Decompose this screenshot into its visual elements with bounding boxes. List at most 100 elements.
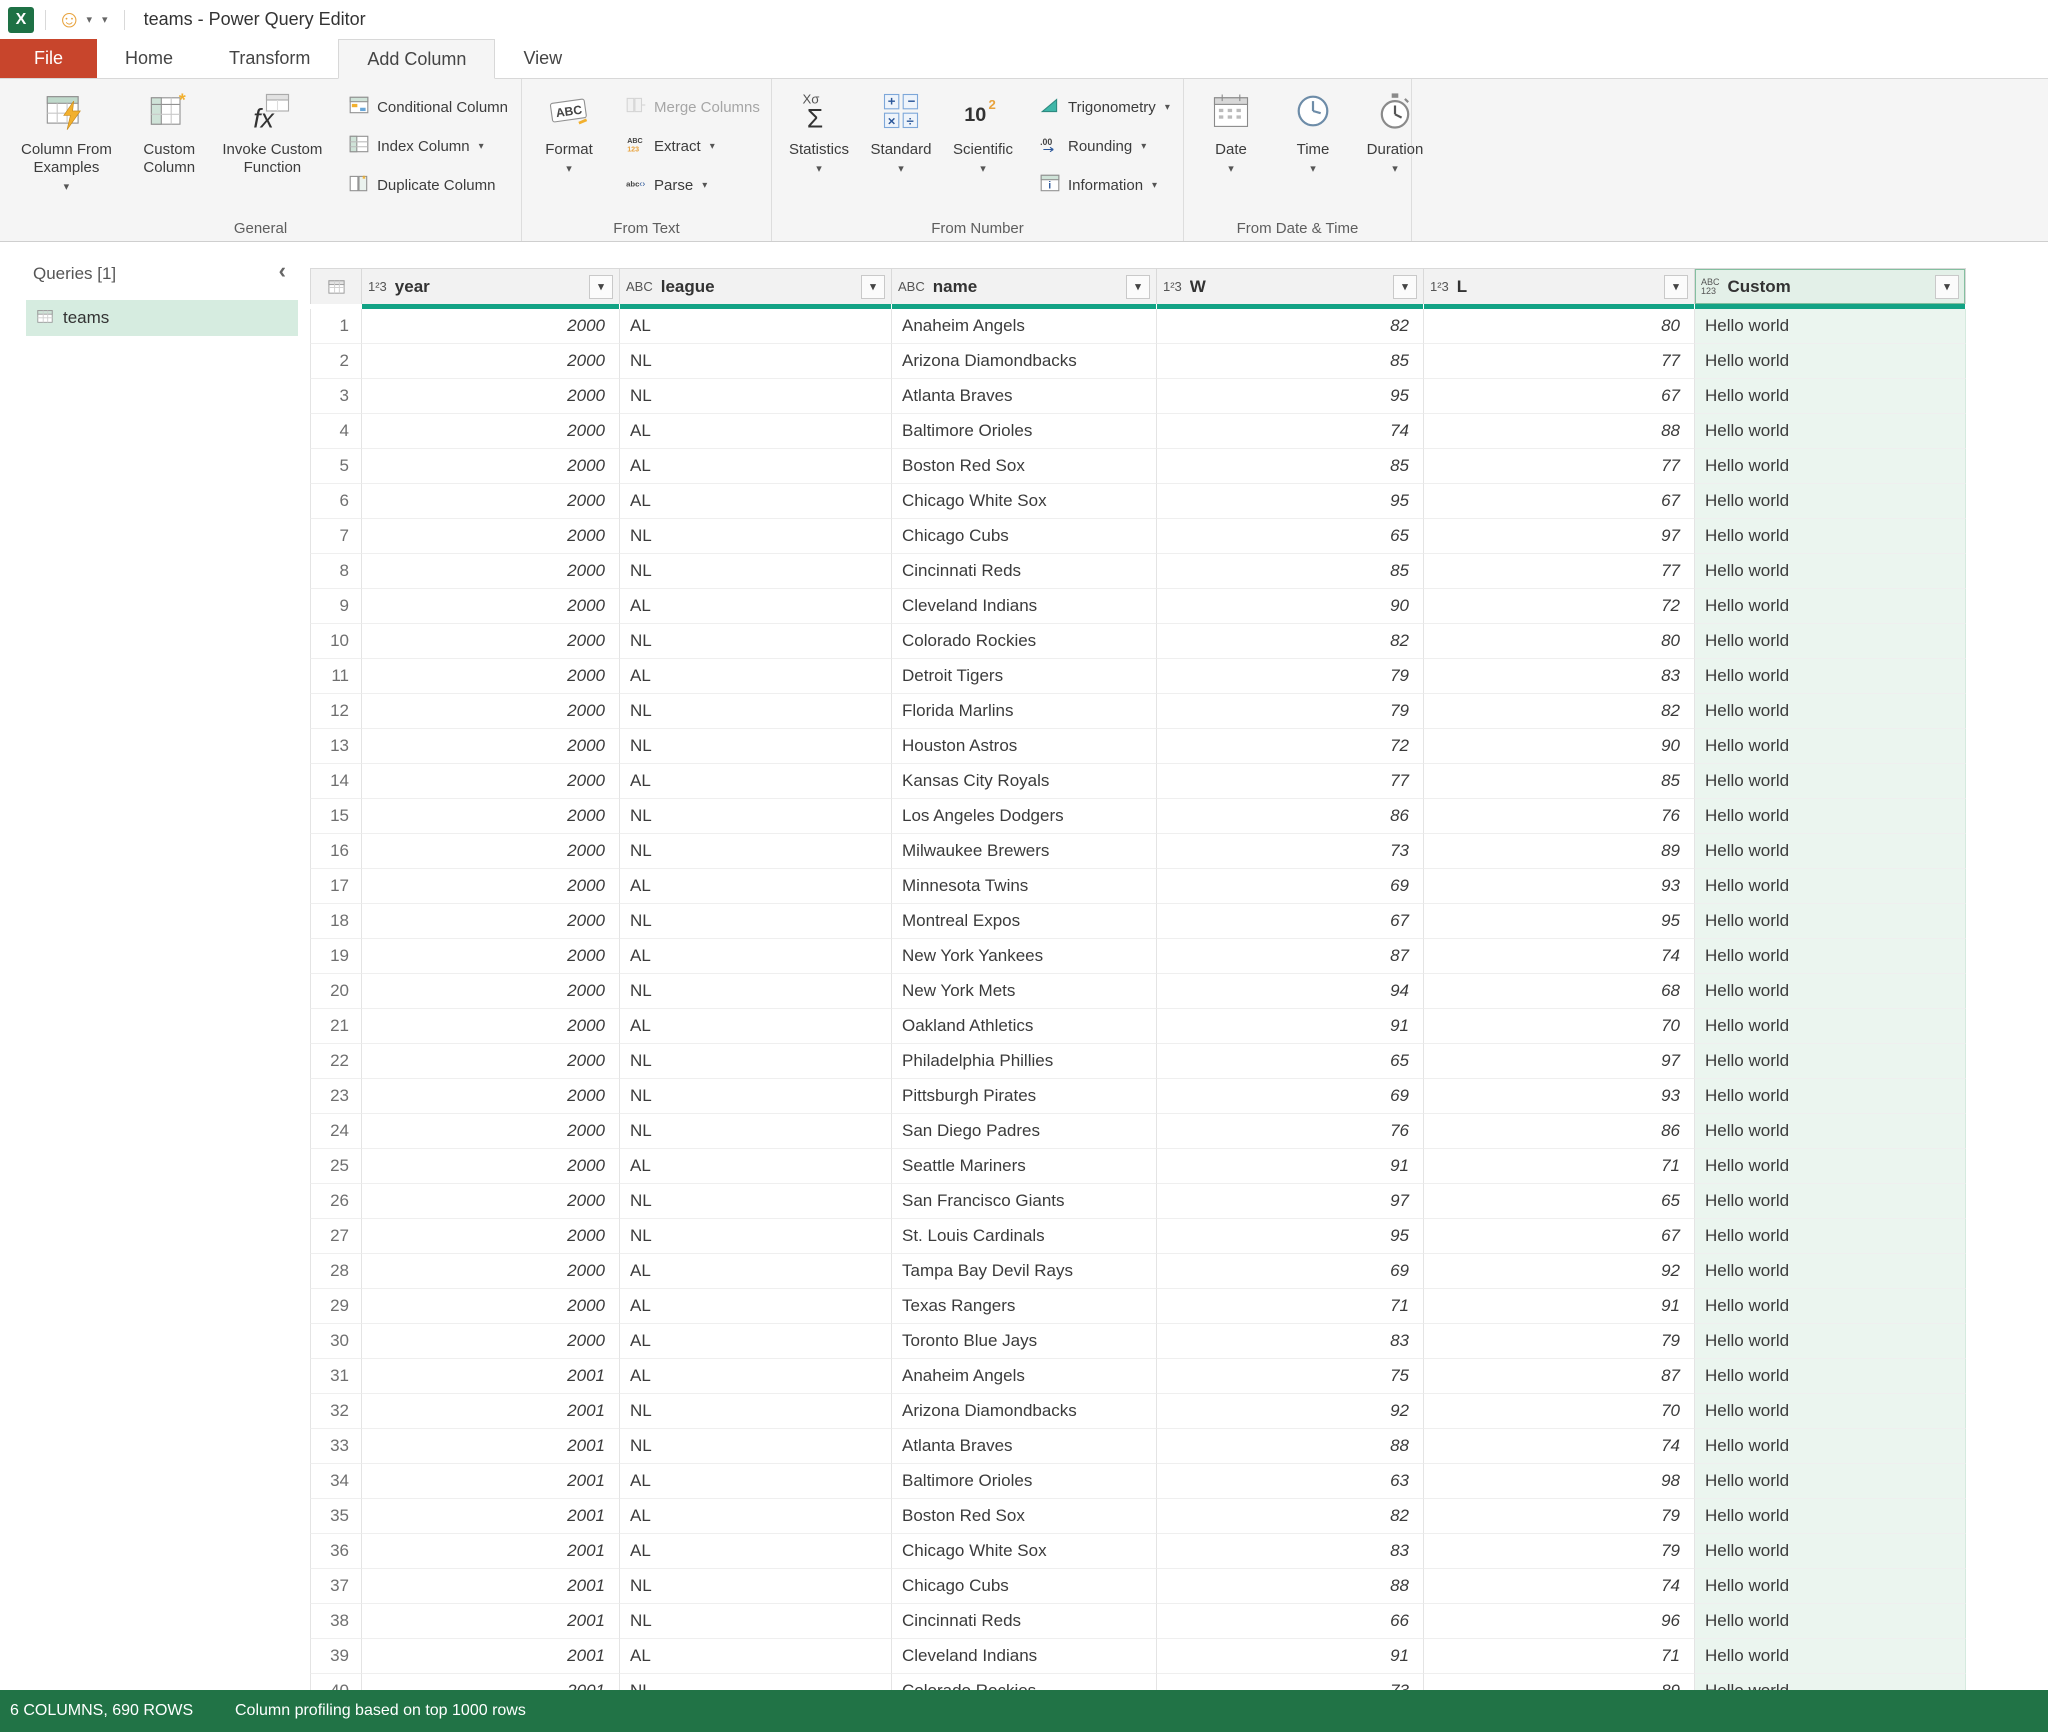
cell-league[interactable]: NL	[620, 1429, 892, 1464]
cell-l[interactable]: 80	[1424, 309, 1695, 344]
row-number-cell[interactable]: 11	[310, 659, 362, 694]
cell-league[interactable]: NL	[620, 624, 892, 659]
cell-l[interactable]: 65	[1424, 1184, 1695, 1219]
cell-w[interactable]: 92	[1157, 1394, 1424, 1429]
cell-name[interactable]: Arizona Diamondbacks	[892, 344, 1157, 379]
cell-league[interactable]: AL	[620, 939, 892, 974]
collapse-pane-icon[interactable]: ‹	[279, 260, 286, 282]
cell-name[interactable]: New York Yankees	[892, 939, 1157, 974]
cell-year[interactable]: 2000	[362, 974, 620, 1009]
select-all-cell[interactable]	[310, 268, 362, 304]
column-header-name[interactable]: ABC name ▾	[892, 268, 1157, 304]
cell-name[interactable]: Chicago White Sox	[892, 1534, 1157, 1569]
cell-l[interactable]: 96	[1424, 1604, 1695, 1639]
cell-name[interactable]: Cincinnati Reds	[892, 1604, 1157, 1639]
cell-year[interactable]: 2001	[362, 1639, 620, 1674]
cell-year[interactable]: 2000	[362, 1114, 620, 1149]
row-number-cell[interactable]: 37	[310, 1569, 362, 1604]
number-type-icon[interactable]: 1²3	[368, 279, 387, 294]
cell-l[interactable]: 95	[1424, 904, 1695, 939]
filter-button-l[interactable]: ▾	[1664, 275, 1688, 299]
cell-year[interactable]: 2000	[362, 659, 620, 694]
cell-name[interactable]: Texas Rangers	[892, 1289, 1157, 1324]
cell-league[interactable]: NL	[620, 729, 892, 764]
cell-league[interactable]: AL	[620, 449, 892, 484]
cell-custom[interactable]: Hello world	[1695, 1149, 1966, 1184]
cell-custom[interactable]: Hello world	[1695, 764, 1966, 799]
cell-league[interactable]: NL	[620, 1044, 892, 1079]
cell-custom[interactable]: Hello world	[1695, 344, 1966, 379]
row-number-cell[interactable]: 25	[310, 1149, 362, 1184]
cell-l[interactable]: 89	[1424, 1674, 1695, 1690]
row-number-cell[interactable]: 40	[310, 1674, 362, 1690]
row-number-cell[interactable]: 19	[310, 939, 362, 974]
cell-l[interactable]: 92	[1424, 1254, 1695, 1289]
cell-name[interactable]: Atlanta Braves	[892, 1429, 1157, 1464]
cell-league[interactable]: AL	[620, 1534, 892, 1569]
ribbon-button-custom-column[interactable]: *Custom Column	[127, 84, 212, 217]
cell-custom[interactable]: Hello world	[1695, 484, 1966, 519]
cell-custom[interactable]: Hello world	[1695, 1394, 1966, 1429]
cell-l[interactable]: 88	[1424, 414, 1695, 449]
cell-custom[interactable]: Hello world	[1695, 1184, 1966, 1219]
cell-l[interactable]: 72	[1424, 589, 1695, 624]
any-type-icon[interactable]: ABC123	[1701, 278, 1720, 296]
cell-custom[interactable]: Hello world	[1695, 379, 1966, 414]
cell-year[interactable]: 2001	[362, 1359, 620, 1394]
text-type-icon[interactable]: ABC	[626, 279, 653, 294]
ribbon-button-duration[interactable]: Duration▾	[1354, 84, 1436, 217]
cell-w[interactable]: 82	[1157, 1499, 1424, 1534]
ribbon-button-conditional-column[interactable]: Conditional Column	[343, 92, 513, 122]
cell-league[interactable]: NL	[620, 1219, 892, 1254]
cell-league[interactable]: NL	[620, 379, 892, 414]
cell-custom[interactable]: Hello world	[1695, 1289, 1966, 1324]
cell-year[interactable]: 2001	[362, 1534, 620, 1569]
ribbon-button-scientific[interactable]: 102Scientific▾	[942, 84, 1024, 217]
cell-year[interactable]: 2000	[362, 344, 620, 379]
row-number-cell[interactable]: 36	[310, 1534, 362, 1569]
cell-year[interactable]: 2001	[362, 1674, 620, 1690]
cell-year[interactable]: 2000	[362, 379, 620, 414]
ribbon-button-column-from-examples[interactable]: Column From Examples▾	[6, 84, 127, 217]
row-number-cell[interactable]: 16	[310, 834, 362, 869]
cell-custom[interactable]: Hello world	[1695, 624, 1966, 659]
cell-custom[interactable]: Hello world	[1695, 1324, 1966, 1359]
ribbon-button-merge-columns[interactable]: Merge Columns	[620, 92, 765, 122]
cell-custom[interactable]: Hello world	[1695, 939, 1966, 974]
cell-name[interactable]: Cincinnati Reds	[892, 554, 1157, 589]
cell-year[interactable]: 2000	[362, 1254, 620, 1289]
cell-w[interactable]: 94	[1157, 974, 1424, 1009]
cell-name[interactable]: Colorado Rockies	[892, 624, 1157, 659]
cell-name[interactable]: Toronto Blue Jays	[892, 1324, 1157, 1359]
cell-year[interactable]: 2000	[362, 729, 620, 764]
ribbon-button-rounding[interactable]: .00Rounding▾	[1034, 131, 1175, 161]
cell-l[interactable]: 98	[1424, 1464, 1695, 1499]
cell-league[interactable]: AL	[620, 659, 892, 694]
cell-league[interactable]: NL	[620, 1184, 892, 1219]
row-number-cell[interactable]: 14	[310, 764, 362, 799]
cell-name[interactable]: Minnesota Twins	[892, 869, 1157, 904]
cell-league[interactable]: AL	[620, 869, 892, 904]
cell-l[interactable]: 93	[1424, 1079, 1695, 1114]
number-type-icon[interactable]: 1²3	[1163, 279, 1182, 294]
cell-custom[interactable]: Hello world	[1695, 1359, 1966, 1394]
cell-name[interactable]: Chicago Cubs	[892, 1569, 1157, 1604]
row-number-cell[interactable]: 33	[310, 1429, 362, 1464]
cell-w[interactable]: 77	[1157, 764, 1424, 799]
cell-year[interactable]: 2001	[362, 1569, 620, 1604]
cell-name[interactable]: Los Angeles Dodgers	[892, 799, 1157, 834]
row-number-cell[interactable]: 7	[310, 519, 362, 554]
cell-year[interactable]: 2000	[362, 694, 620, 729]
cell-l[interactable]: 97	[1424, 1044, 1695, 1079]
cell-custom[interactable]: Hello world	[1695, 1009, 1966, 1044]
cell-l[interactable]: 89	[1424, 834, 1695, 869]
row-number-cell[interactable]: 1	[310, 309, 362, 344]
cell-w[interactable]: 97	[1157, 1184, 1424, 1219]
cell-custom[interactable]: Hello world	[1695, 1254, 1966, 1289]
cell-custom[interactable]: Hello world	[1695, 1219, 1966, 1254]
cell-year[interactable]: 2000	[362, 1289, 620, 1324]
cell-custom[interactable]: Hello world	[1695, 1429, 1966, 1464]
cell-l[interactable]: 79	[1424, 1499, 1695, 1534]
cell-league[interactable]: AL	[620, 1324, 892, 1359]
cell-name[interactable]: Boston Red Sox	[892, 449, 1157, 484]
